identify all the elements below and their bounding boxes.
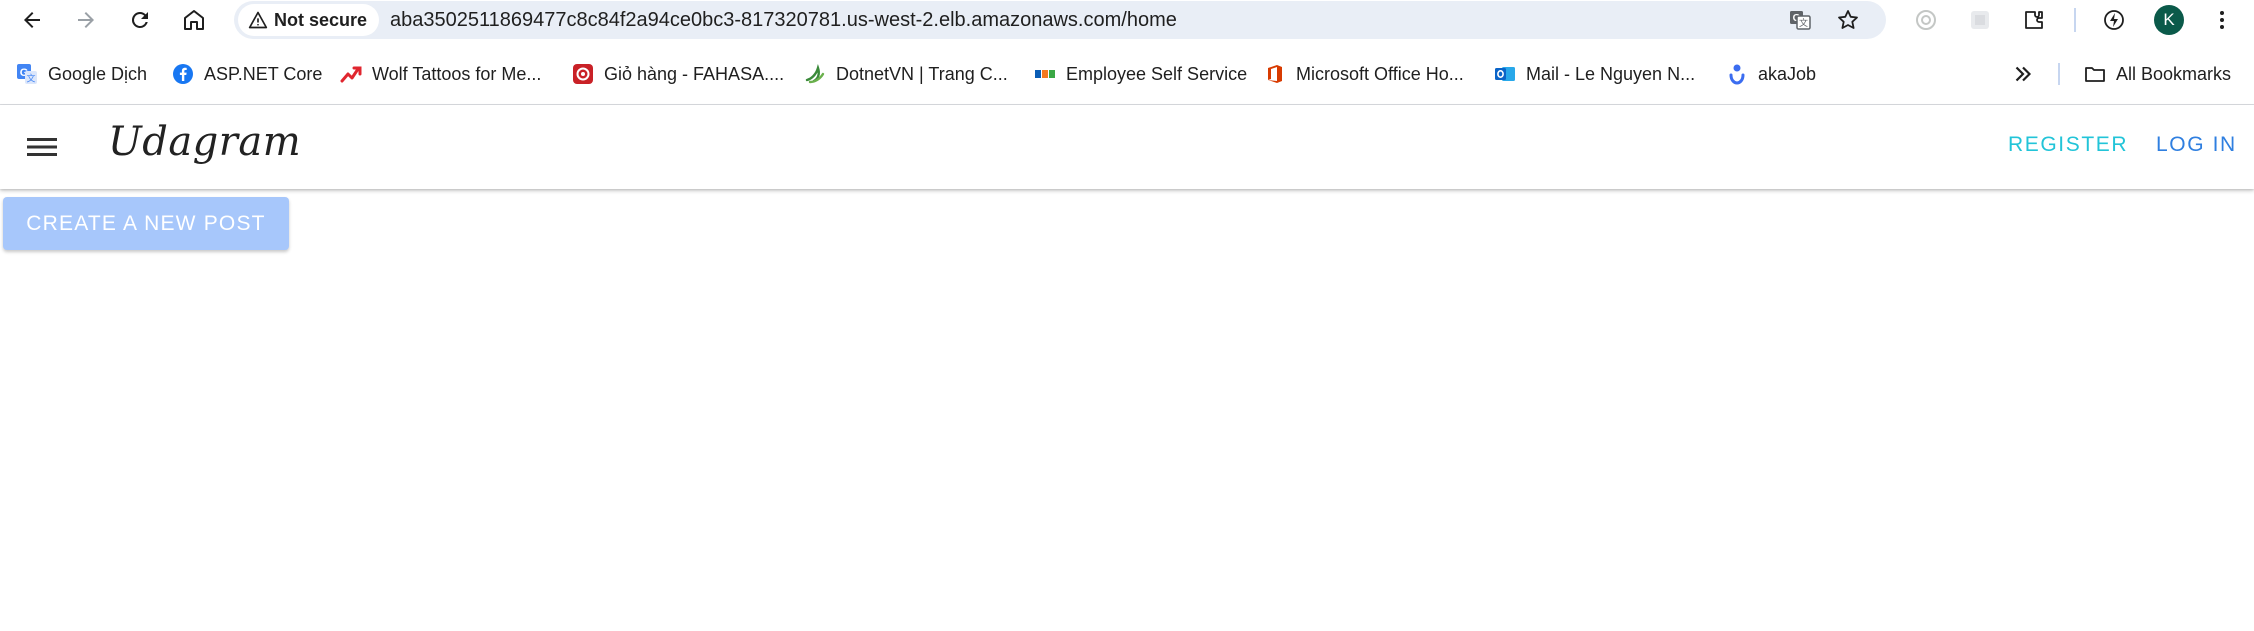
star-icon[interactable] [1836, 8, 1860, 32]
profile-avatar[interactable]: K [2154, 5, 2184, 35]
fpt-icon [1034, 63, 1056, 85]
reload-icon[interactable] [122, 2, 158, 38]
bookmark-item[interactable]: Mail - Le Nguyen N... [1494, 55, 1695, 93]
fahasa-icon [572, 63, 594, 85]
bookmark-label: akaJob [1758, 63, 1817, 84]
home-icon[interactable] [176, 2, 212, 38]
trend-arrow-icon [340, 63, 362, 85]
bookmark-item[interactable]: G文 Google Dịch [16, 55, 147, 93]
security-label: Not secure [274, 9, 368, 30]
bookmarks-divider [2058, 63, 2060, 85]
performance-icon[interactable] [2100, 6, 2128, 34]
address-bar[interactable]: Not secure aba3502511869477c8c84f2a94ce0… [234, 1, 1886, 39]
create-post-button[interactable]: CREATE A NEW POST [3, 197, 289, 250]
bookmark-label: ASP.NET Core [204, 63, 323, 84]
bookmark-item[interactable]: Employee Self Service [1034, 55, 1247, 93]
bookmark-item[interactable]: Microsoft Office Ho... [1264, 55, 1464, 93]
translate-icon[interactable]: G 文 [1788, 8, 1812, 32]
hamburger-menu-icon[interactable] [22, 127, 62, 167]
svg-text:文: 文 [1799, 17, 1808, 29]
all-bookmarks-label: All Bookmarks [2116, 63, 2232, 84]
extension-icon[interactable] [1912, 6, 1940, 34]
google-translate-icon: G文 [16, 63, 38, 85]
forward-arrow-icon[interactable] [68, 2, 104, 38]
security-chip[interactable]: Not secure [238, 4, 380, 36]
akajob-icon [1726, 63, 1748, 85]
bookmark-label: Employee Self Service [1066, 63, 1248, 84]
bookmark-item[interactable]: Giỏ hàng - FAHASA.... [572, 55, 784, 93]
bookmark-item[interactable]: akaJob [1726, 55, 1816, 93]
brand-logo[interactable]: Udagram [108, 119, 301, 165]
url-text[interactable]: aba3502511869477c8c84f2a94ce0bc3-8173207… [390, 1, 1177, 39]
bookmark-item[interactable]: Wolf Tattoos for Me... [340, 55, 541, 93]
facebook-icon [172, 63, 194, 85]
bookmark-label: Giỏ hàng - FAHASA.... [604, 63, 785, 84]
browser-toolbar: Not secure aba3502511869477c8c84f2a94ce0… [0, 0, 2254, 40]
register-link[interactable]: REGISTER [2008, 133, 2128, 157]
bookmark-label: Google Dịch [48, 63, 148, 84]
toolbar-divider [2074, 8, 2076, 32]
bookmark-label: Microsoft Office Ho... [1296, 63, 1464, 84]
extension-icon[interactable] [1966, 6, 1994, 34]
login-link[interactable]: LOG IN [2156, 133, 2237, 157]
bookmark-label: Wolf Tattoos for Me... [372, 63, 542, 84]
folder-icon [2084, 63, 2106, 85]
all-bookmarks-button[interactable]: All Bookmarks [2084, 55, 2231, 93]
outlook-icon [1494, 63, 1516, 85]
svg-text:文: 文 [26, 73, 35, 85]
bookmark-label: Mail - Le Nguyen N... [1526, 63, 1696, 84]
more-vertical-icon[interactable] [2208, 6, 2236, 34]
warning-icon [248, 11, 268, 29]
puzzle-icon[interactable] [2020, 6, 2048, 34]
bookmark-item[interactable]: DotnetVN | Trang C... [804, 55, 1008, 93]
chevron-double-right-icon[interactable] [2010, 61, 2036, 87]
bookmarks-bar: G文 Google Dịch ASP.NET Core Wolf Tattoos… [0, 55, 2254, 93]
back-arrow-icon[interactable] [14, 2, 50, 38]
bookmark-item[interactable]: ASP.NET Core [172, 55, 322, 93]
office-icon [1264, 63, 1286, 85]
dotnetvn-icon [804, 63, 826, 85]
bookmark-label: DotnetVN | Trang C... [836, 63, 1008, 84]
app-header: Udagram REGISTER LOG IN [0, 105, 2254, 189]
